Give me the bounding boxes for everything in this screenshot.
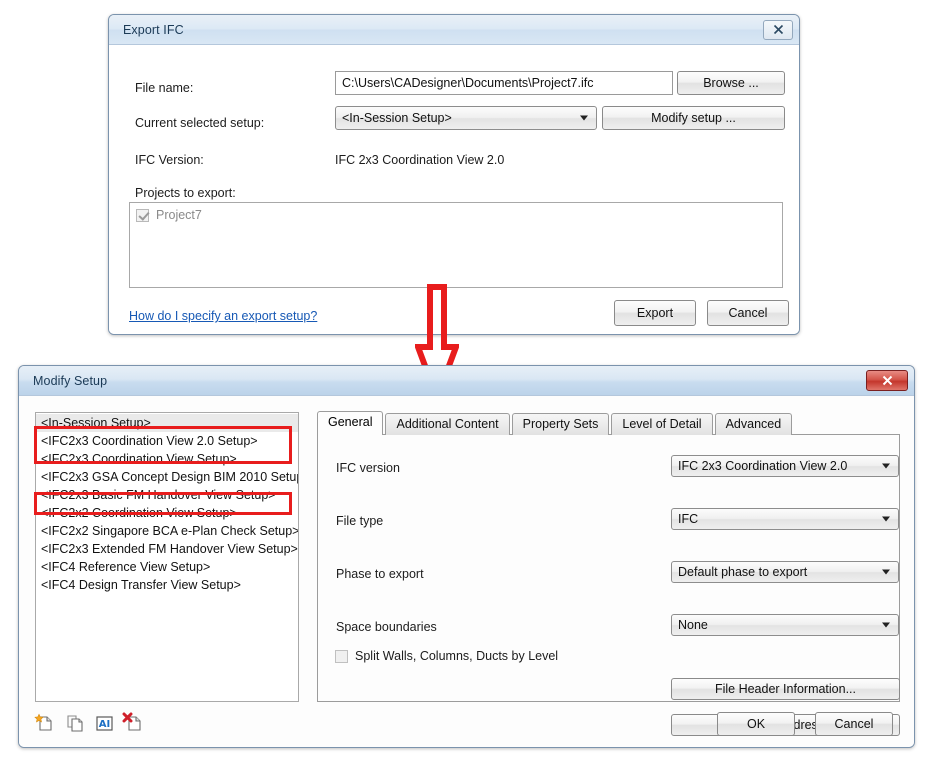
svg-text:AI: AI (99, 719, 110, 730)
file-type-combobox[interactable]: IFC (671, 508, 899, 530)
setup-list-item[interactable]: <IFC2x2 Singapore BCA e-Plan Check Setup… (36, 522, 298, 540)
file-header-information-button[interactable]: File Header Information... (671, 678, 900, 700)
chevron-down-icon (580, 115, 588, 121)
split-walls-label: Split Walls, Columns, Ducts by Level (355, 649, 559, 663)
ifc-version-value: IFC 2x3 Coordination View 2.0 (678, 459, 848, 473)
modify-setup-dialog: Modify Setup <In-Session Setup> <IFC2x3 … (18, 365, 915, 748)
split-walls-checkbox-row[interactable]: Split Walls, Columns, Ducts by Level (335, 649, 558, 663)
export-setup-help-link[interactable]: How do I specify an export setup? (129, 309, 317, 323)
ifc-version-value: IFC 2x3 Coordination View 2.0 (335, 153, 505, 167)
setup-list-item[interactable]: <IFC2x3 Coordination View Setup> (36, 450, 298, 468)
chevron-down-icon (882, 569, 890, 575)
tab-additional-content[interactable]: Additional Content (385, 413, 510, 435)
space-boundaries-value: None (678, 618, 708, 632)
setup-list-item[interactable]: <IFC2x3 GSA Concept Design BIM 2010 Setu… (36, 468, 298, 486)
split-walls-checkbox-icon[interactable] (335, 649, 348, 663)
cancel-button[interactable]: Cancel (707, 300, 789, 326)
chevron-down-icon (882, 463, 890, 469)
delete-setup-icon[interactable] (122, 712, 144, 734)
chevron-down-icon (882, 516, 890, 522)
ok-button[interactable]: OK (717, 712, 795, 736)
setup-list-item[interactable]: <IFC2x3 Basic FM Handover View Setup> (36, 486, 298, 504)
tab-general[interactable]: General (317, 411, 384, 435)
duplicate-setup-icon[interactable] (64, 712, 86, 734)
setup-list-item[interactable]: <In-Session Setup> (36, 414, 298, 432)
project-name: Project7 (156, 208, 202, 222)
file-name-label: File name: (135, 81, 194, 95)
close-icon[interactable] (763, 19, 793, 40)
modify-dialog-body: <In-Session Setup> <IFC2x3 Coordination … (19, 396, 914, 747)
tab-content-general: IFC version IFC 2x3 Coordination View 2.… (317, 434, 900, 736)
modify-dialog-title: Modify Setup (33, 373, 108, 388)
projects-to-export-listbox[interactable]: Project7 (129, 202, 783, 288)
setup-list[interactable]: <In-Session Setup> <IFC2x3 Coordination … (35, 412, 299, 702)
phase-to-export-field-label: Phase to export (336, 567, 424, 581)
setup-list-item[interactable]: <IFC4 Reference View Setup> (36, 558, 298, 576)
chevron-down-icon (882, 622, 890, 628)
modify-setup-button[interactable]: Modify setup ... (602, 106, 785, 130)
space-boundaries-field-label: Space boundaries (336, 620, 437, 634)
projects-to-export-label: Projects to export: (135, 186, 236, 200)
setup-list-item[interactable]: <IFC2x3 Extended FM Handover View Setup> (36, 540, 298, 558)
file-type-value: IFC (678, 512, 699, 526)
tab-advanced[interactable]: Advanced (714, 413, 793, 435)
cancel-button[interactable]: Cancel (815, 712, 893, 736)
browse-button[interactable]: Browse ... (677, 71, 785, 95)
tab-property-sets[interactable]: Property Sets (511, 413, 610, 435)
ifc-version-field-label: IFC version (336, 461, 400, 475)
close-x-icon (882, 375, 892, 386)
modify-dialog-titlebar: Modify Setup (19, 366, 914, 396)
close-x-icon (773, 24, 783, 35)
phase-to-export-combobox[interactable]: Default phase to export (671, 561, 899, 583)
current-setup-label: Current selected setup: (135, 116, 265, 130)
ifc-version-label: IFC Version: (135, 153, 204, 167)
current-setup-value: <In-Session Setup> (342, 111, 452, 125)
new-setup-icon[interactable] (34, 712, 56, 734)
current-setup-combobox[interactable]: <In-Session Setup> (335, 106, 597, 130)
setup-tab-panel: General Additional Content Property Sets… (317, 411, 900, 736)
close-icon[interactable] (866, 370, 908, 391)
phase-to-export-value: Default phase to export (678, 565, 808, 579)
list-item[interactable]: Project7 (130, 203, 782, 227)
setup-list-item[interactable]: <IFC2x2 Coordination View Setup> (36, 504, 298, 522)
export-dialog-titlebar: Export IFC (109, 15, 799, 45)
tab-level-of-detail[interactable]: Level of Detail (611, 413, 713, 435)
screenshot-root: Export IFC File name: C:\Users\CADesigne… (0, 0, 937, 765)
setup-list-item[interactable]: <IFC2x3 Coordination View 2.0 Setup> (36, 432, 298, 450)
project-checkbox-icon[interactable] (136, 208, 149, 222)
file-type-field-label: File type (336, 514, 384, 528)
ifc-version-combobox[interactable]: IFC 2x3 Coordination View 2.0 (671, 455, 899, 477)
export-button[interactable]: Export (614, 300, 696, 326)
rename-setup-icon[interactable]: AI (93, 712, 115, 734)
setup-list-item[interactable]: <IFC4 Design Transfer View Setup> (36, 576, 298, 594)
tab-strip: General Additional Content Property Sets… (317, 411, 794, 435)
space-boundaries-combobox[interactable]: None (671, 614, 899, 636)
file-name-input[interactable]: C:\Users\CADesigner\Documents\Project7.i… (335, 71, 673, 95)
export-dialog-title: Export IFC (123, 22, 184, 37)
